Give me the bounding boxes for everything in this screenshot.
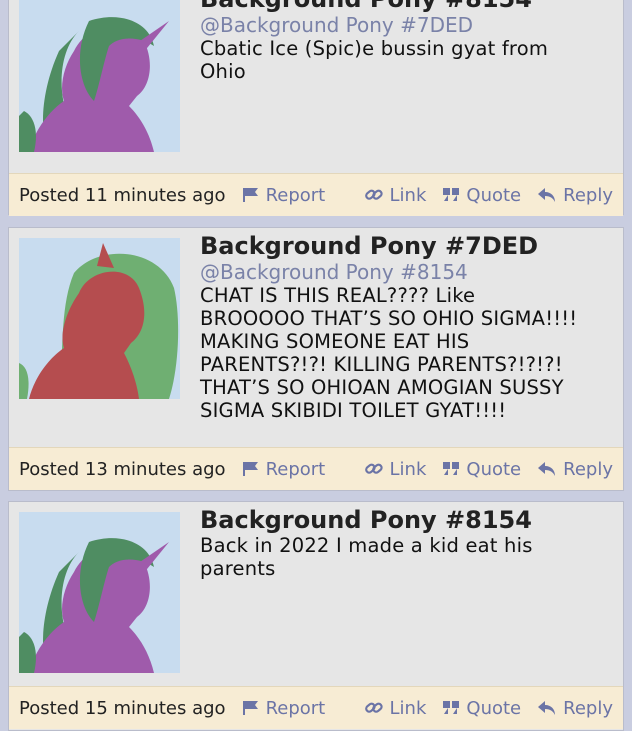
quote-label: Quote <box>466 697 522 719</box>
author-name[interactable]: Background Pony #8154 <box>200 506 613 534</box>
quote-button[interactable]: Quote <box>442 698 521 719</box>
chain-link-icon <box>364 189 383 200</box>
comment-post: Background Pony #7DED @Background Pony #… <box>8 227 624 491</box>
reply-label: Reply <box>563 184 613 206</box>
author-name[interactable]: Background Pony #7DED <box>200 232 613 260</box>
quote-button[interactable]: Quote <box>442 185 521 206</box>
avatar[interactable] <box>19 512 180 673</box>
pony-avatar-icon <box>19 0 180 152</box>
report-label: Report <box>265 458 326 480</box>
comment-text: CHAT IS THIS REAL???? Like BROOOOO THAT’… <box>200 284 578 422</box>
report-label: Report <box>265 697 326 719</box>
reply-button[interactable]: Reply <box>537 459 613 480</box>
flag-icon <box>242 701 258 715</box>
avatar[interactable] <box>19 238 180 399</box>
reply-arrow-icon <box>538 462 556 476</box>
mention-link[interactable]: @Background Pony #7DED <box>200 13 613 37</box>
report-button[interactable]: Report <box>242 184 326 206</box>
mention-link[interactable]: @Background Pony #8154 <box>200 260 613 284</box>
chain-link-icon <box>364 463 383 474</box>
quote-label: Quote <box>466 458 522 480</box>
posted-time: Posted 15 minutes ago <box>19 697 226 719</box>
comment-text: Cbatic Ice (Spic)e bussin gyat from Ohio <box>200 37 549 83</box>
chain-link-icon <box>364 702 383 713</box>
comment-post: Background Pony #8154 @Background Pony #… <box>8 0 624 216</box>
flag-icon <box>242 188 258 202</box>
post-footer: Posted 11 minutes ago Report Link Quote … <box>9 173 623 216</box>
reply-button[interactable]: Reply <box>537 698 613 719</box>
comment-post: Background Pony #8154 Back in 2022 I mad… <box>8 501 624 731</box>
posted-time: Posted 11 minutes ago <box>19 184 226 206</box>
link-label: Link <box>389 697 427 719</box>
reply-label: Reply <box>563 697 613 719</box>
report-label: Report <box>265 184 326 206</box>
link-button[interactable]: Link <box>364 458 427 480</box>
reply-button[interactable]: Reply <box>537 185 613 206</box>
posted-time: Posted 13 minutes ago <box>19 458 226 480</box>
pony-avatar-icon <box>19 238 180 399</box>
comment-text: Back in 2022 I made a kid eat his parent… <box>200 534 533 580</box>
reply-arrow-icon <box>538 701 556 715</box>
link-label: Link <box>389 458 427 480</box>
report-button[interactable]: Report <box>242 697 326 719</box>
pony-avatar-icon <box>19 512 180 673</box>
quote-button[interactable]: Quote <box>442 459 521 480</box>
quote-icon <box>443 188 460 201</box>
quote-icon <box>443 701 460 714</box>
quote-icon <box>443 462 460 475</box>
link-button[interactable]: Link <box>364 184 427 206</box>
reply-arrow-icon <box>538 188 556 202</box>
reply-label: Reply <box>563 458 613 480</box>
link-button[interactable]: Link <box>364 697 427 719</box>
author-name[interactable]: Background Pony #8154 <box>200 0 613 13</box>
link-label: Link <box>389 184 427 206</box>
post-footer: Posted 13 minutes ago Report Link Quote … <box>9 447 623 490</box>
avatar[interactable] <box>19 0 180 152</box>
report-button[interactable]: Report <box>242 458 326 480</box>
post-footer: Posted 15 minutes ago Report Link Quote … <box>9 686 623 729</box>
flag-icon <box>242 462 258 476</box>
quote-label: Quote <box>466 184 522 206</box>
